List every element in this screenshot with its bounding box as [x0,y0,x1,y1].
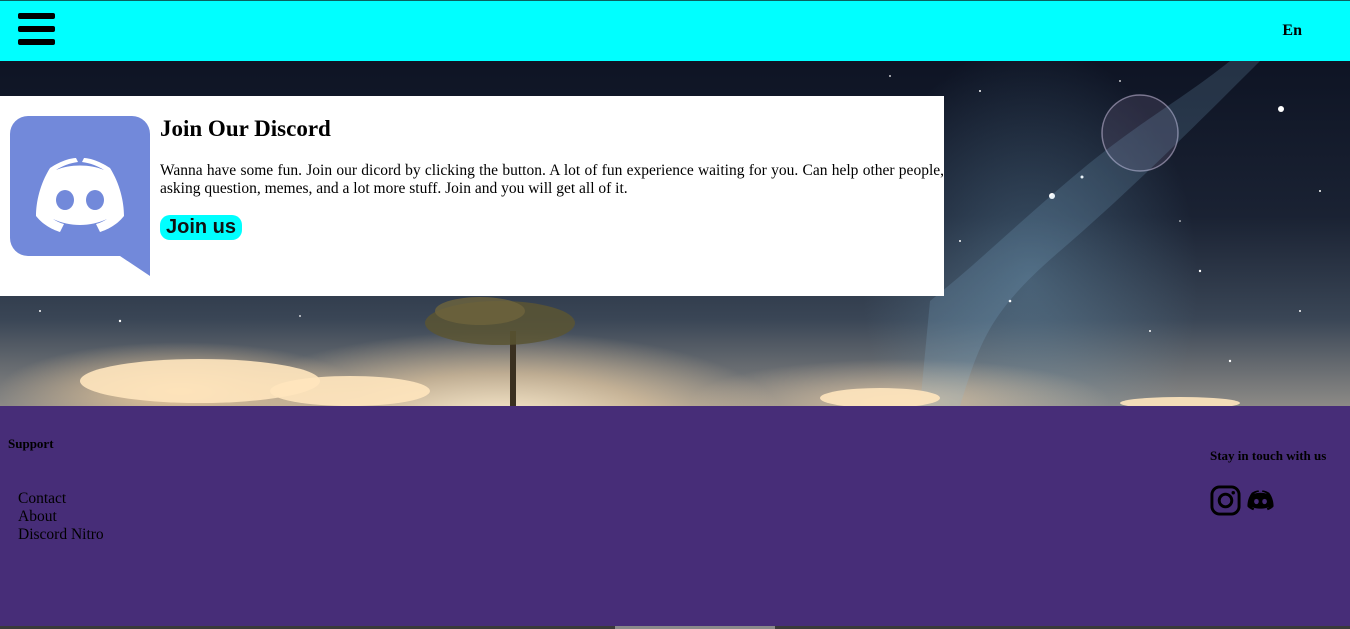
support-links: Contact About Discord Nitro [18,490,104,544]
language-selector[interactable]: En [1282,22,1302,40]
card-title: Join Our Discord [160,116,331,141]
footer: Support Contact About Discord Nitro Stay… [0,406,1350,626]
discord-logo-icon [10,116,150,276]
social-heading: Stay in touch with us [1210,448,1327,463]
footer-link-about[interactable]: About [18,508,104,526]
social-icons [1210,485,1276,516]
menu-bar [18,39,55,45]
card-description: Wanna have some fun. Join our dicord by … [160,162,944,197]
instagram-icon[interactable] [1210,485,1241,516]
discord-card: Join Our Discord Wanna have some fun. Jo… [0,96,944,296]
menu-bar [18,26,55,32]
join-us-button[interactable]: Join us [160,215,243,240]
footer-link-discord-nitro[interactable]: Discord Nitro [18,526,104,544]
milky-way-band [920,61,1260,406]
tree [425,297,575,406]
top-navbar: En [0,0,1350,61]
support-heading: Support [8,436,54,451]
hamburger-menu-icon[interactable] [18,13,55,49]
menu-bar [18,13,55,19]
footer-link-contact[interactable]: Contact [18,490,104,508]
discord-icon[interactable] [1245,485,1276,516]
